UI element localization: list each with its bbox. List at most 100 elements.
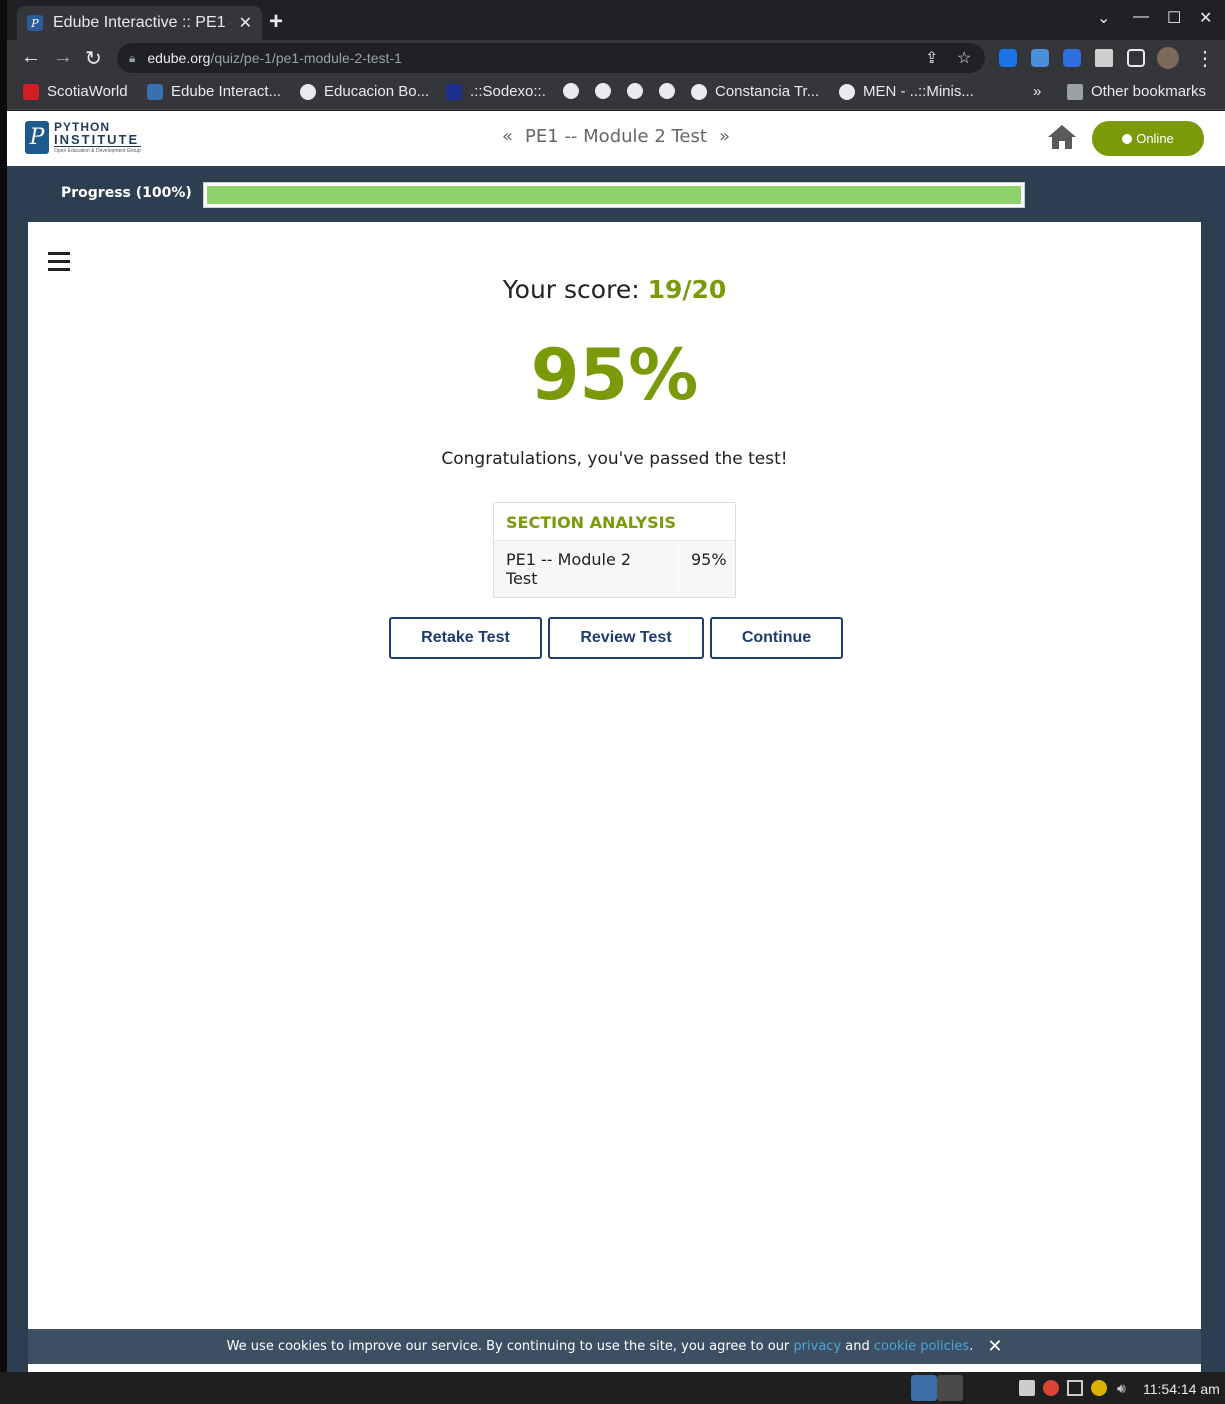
volume-icon[interactable]: 🔊︎ [1117,1380,1133,1396]
globe-icon [300,83,316,100]
extensions-puzzle-icon[interactable] [1095,49,1113,67]
display-tray-icon[interactable] [1067,1380,1083,1396]
globe-icon [691,83,707,100]
bookmark-label: ScotiaWorld [47,83,128,100]
bookmark-item[interactable]: MEN - ..::Minis... [839,83,974,100]
site-favicon-icon: P [27,15,43,31]
score-value: 19/20 [647,275,727,304]
share-icon[interactable]: ⇪ [925,48,938,68]
section-score: 95% [691,550,727,569]
bookmark-label: .::Sodexo::. [470,83,546,100]
notes-tray-icon[interactable] [1019,1380,1035,1396]
bookmark-item[interactable]: ScotiaWorld [23,83,128,100]
result-message: Congratulations, you've passed the test! [441,449,788,469]
scotia-icon [23,83,39,100]
progress-bar [203,182,1025,208]
lock-icon: 🔒︎ [129,50,136,65]
close-cookie-icon[interactable]: ✕ [987,1336,1002,1357]
bookmark-item[interactable]: .::Sodexo::. [446,83,546,100]
privacy-link[interactable]: privacy [793,1339,841,1354]
maximize-icon[interactable]: ☐ [1167,8,1181,28]
bookmarks-bar: ScotiaWorld Edube Interact... Educacion … [7,76,1225,110]
retake-test-button[interactable]: Retake Test [389,617,542,659]
profile-avatar[interactable] [1157,47,1179,69]
edube-icon [147,83,163,100]
web-page: P PYTHON INSTITUTE Open Education & Deve… [7,111,1225,1372]
progress-section: Progress (100%) [7,166,1225,222]
app-tray-icon[interactable] [1091,1380,1107,1396]
browser-toolbar: ← → ↻ 🔒︎ edube.org/quiz/pe-1/pe1-module-… [7,40,1225,76]
globe-icon [595,83,611,99]
table-row: PE1 -- Module 2 Test 95% [494,541,735,597]
next-arrow-icon[interactable]: » [719,126,730,147]
more-menu-icon[interactable]: ⋮ [1195,46,1215,71]
url-domain: edube.org [147,50,211,66]
vscode-taskbar-icon[interactable] [911,1375,937,1401]
folder-icon [1067,83,1083,100]
globe-icon [839,83,855,100]
browser-window: P Edube Interactive :: PE1 -- Module 2 T… [7,0,1225,1372]
main-content: Your score: 19/20 95% Congratulations, y… [28,222,1201,1372]
online-label: Online [1136,131,1174,146]
bookmark-item[interactable]: Constancia Tr... [691,83,819,100]
breadcrumb: « PE1 -- Module 2 Test » [7,126,1225,147]
status-dot-icon [1122,133,1133,144]
menu-hamburger-icon[interactable] [48,252,70,272]
extension-shield-icon[interactable] [1063,49,1081,67]
cookie-and: and [845,1339,870,1354]
cookie-policies-link[interactable]: cookie policies [874,1339,969,1354]
section-name: PE1 -- Module 2 Test [494,541,679,597]
home-icon[interactable] [1047,123,1077,151]
back-icon[interactable]: ← [21,46,41,69]
bookmark-label: Edube Interact... [171,83,282,100]
prev-arrow-icon[interactable]: « [502,126,513,147]
continue-button[interactable]: Continue [710,617,843,659]
bookmark-item[interactable] [563,83,587,99]
cookie-banner: We use cookies to improve our service. B… [28,1329,1201,1364]
side-panel-icon[interactable] [1127,49,1145,67]
sodexo-icon [446,83,462,100]
clock: 11:54:14 am [1143,1381,1220,1397]
bookmarks-overflow-icon[interactable]: » [1033,83,1041,100]
score-line: Your score: 19/20 [28,275,1201,304]
bookmark-item[interactable]: Edube Interact... [147,83,281,100]
close-window-icon[interactable]: ✕ [1199,8,1212,28]
forward-icon[interactable]: → [53,46,73,69]
address-bar[interactable]: 🔒︎ edube.org/quiz/pe-1/pe1-module-2-test… [117,43,985,73]
globe-icon [563,83,579,99]
score-percent: 95% [530,334,699,416]
browser-tab[interactable]: P Edube Interactive :: PE1 -- Module 2 T… [17,6,262,40]
bookmark-label: Educacion Bo... [324,83,430,100]
url-path: /quiz/pe-1/pe1-module-2-test-1 [210,50,402,66]
new-tab-icon[interactable]: + [269,8,283,36]
tab-title: Edube Interactive :: PE1 -- Module 2 Tes… [53,14,231,31]
minimize-icon[interactable]: — [1133,8,1149,26]
bookmark-item[interactable]: Educacion Bo... [300,83,429,100]
globe-icon [659,83,675,99]
extension-bitwarden-icon[interactable] [999,49,1017,67]
action-buttons: Retake Test Review Test Continue [389,617,843,659]
close-tab-icon[interactable]: ✕ [239,13,252,33]
site-header: P PYTHON INSTITUTE Open Education & Deve… [7,111,1225,166]
bookmark-label: Constancia Tr... [715,83,820,100]
globe-icon [627,83,643,99]
bookmark-star-icon[interactable]: ☆ [957,48,971,68]
tab-bar: P Edube Interactive :: PE1 -- Module 2 T… [7,0,1225,40]
bookmark-label: MEN - ..::Minis... [863,83,974,100]
extension-cloud-icon[interactable] [1031,49,1049,67]
tab-search-icon[interactable]: ⌄ [1097,8,1110,28]
online-status-button[interactable]: Online [1092,121,1204,156]
chrome-taskbar-icon[interactable] [937,1375,963,1401]
os-taskbar: 🔊︎ 11:54:14 am [0,1372,1225,1404]
other-bookmarks[interactable]: Other bookmarks [1067,83,1206,100]
logo-line3: Open Education & Development Group [54,148,141,154]
review-test-button[interactable]: Review Test [548,617,704,659]
cookie-text: We use cookies to improve our service. B… [226,1339,790,1354]
bookmark-item[interactable] [595,83,619,99]
chrome-tray-icon[interactable] [1043,1380,1059,1396]
reload-icon[interactable]: ↻ [85,46,102,71]
other-bookmarks-label: Other bookmarks [1091,83,1207,100]
page-title: PE1 -- Module 2 Test [525,126,707,147]
bookmark-item[interactable] [659,83,683,99]
bookmark-item[interactable] [627,83,651,99]
